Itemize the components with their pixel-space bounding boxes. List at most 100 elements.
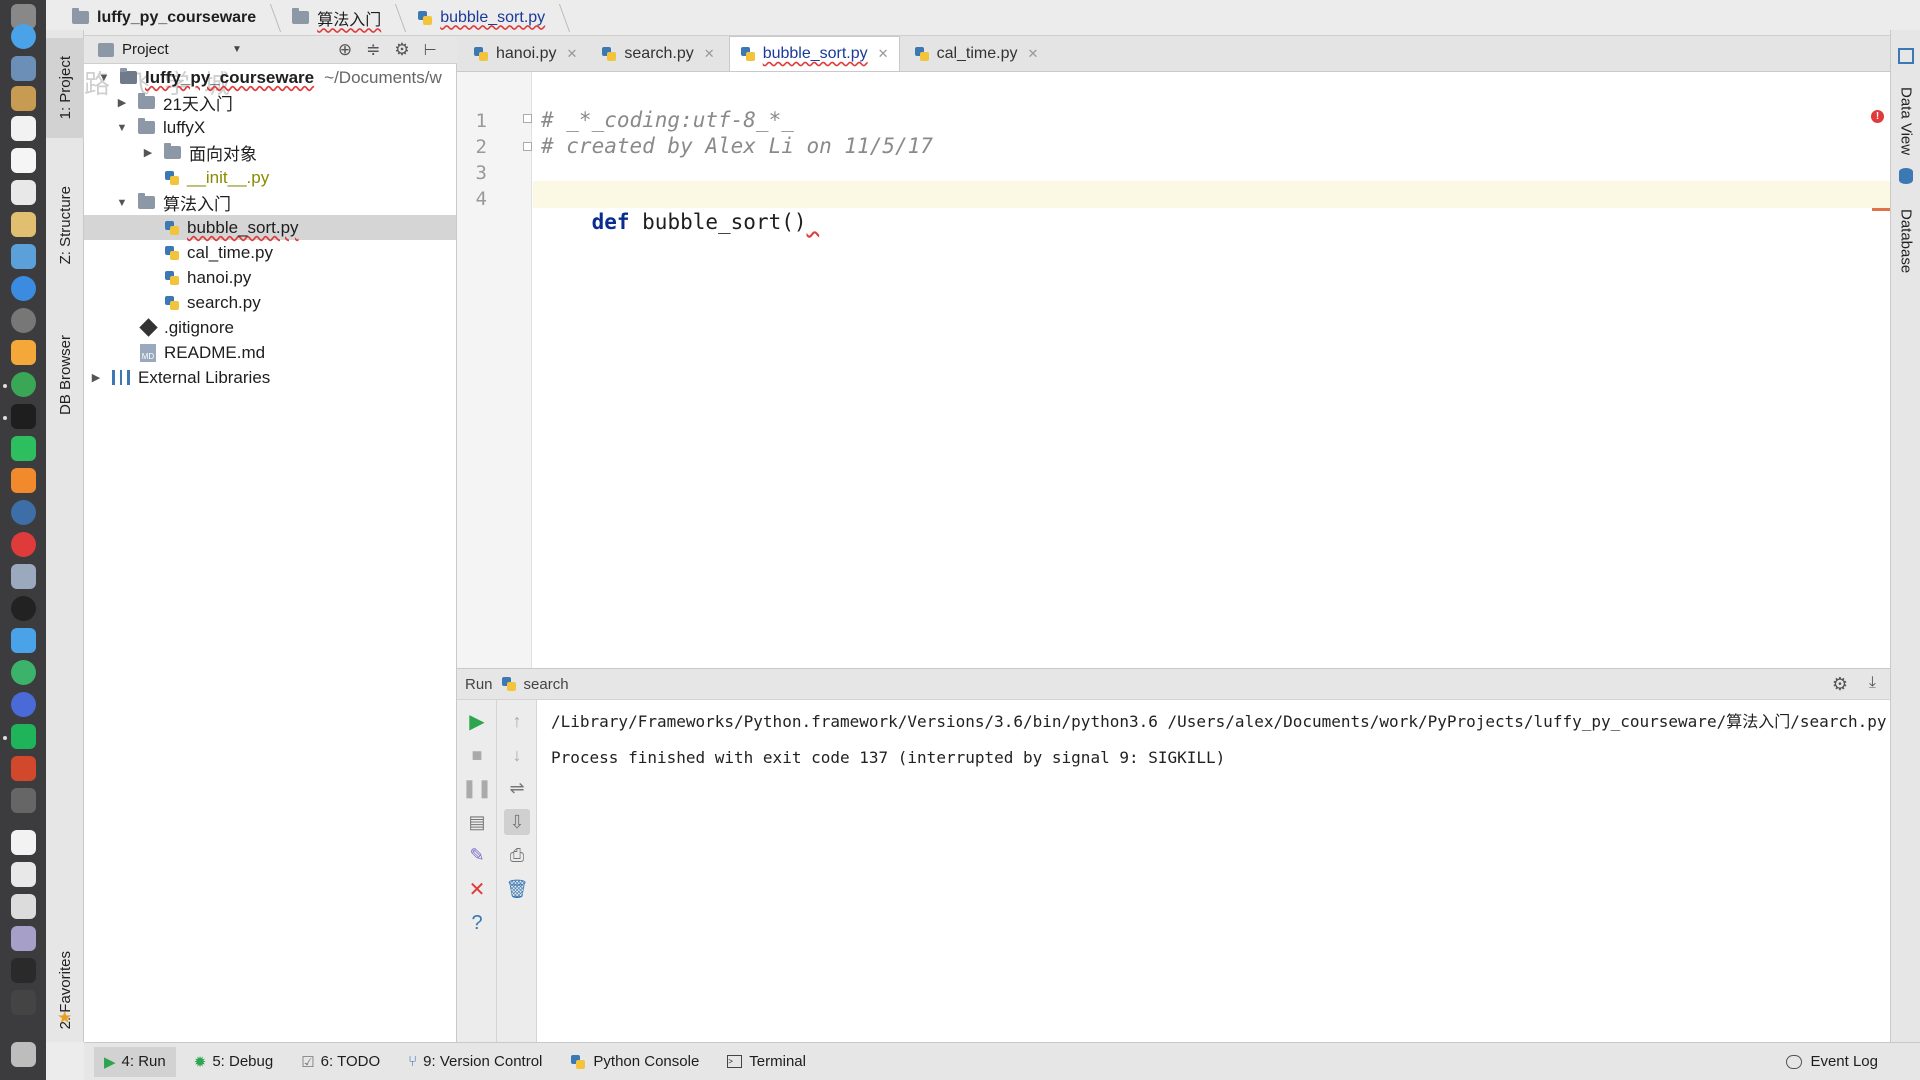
preview-icon[interactable] bbox=[11, 56, 36, 81]
tree-item-oop[interactable]: ▶ 面向对象 bbox=[84, 140, 456, 165]
code-editor[interactable]: 1 2 3 4 # _*_coding:utf-8_*_ # created b… bbox=[457, 72, 1890, 668]
tree-item-bubble-sort[interactable]: bubble_sort.py bbox=[84, 215, 456, 240]
notepad-icon[interactable] bbox=[11, 180, 36, 205]
page-icon[interactable] bbox=[11, 894, 36, 919]
tree-item-external-libraries[interactable]: ▶ External Libraries bbox=[84, 365, 456, 390]
finder-window-icon[interactable] bbox=[11, 830, 36, 855]
safari-icon[interactable] bbox=[11, 24, 36, 49]
close-run-button[interactable]: ✕ bbox=[464, 876, 490, 902]
chevron-down-icon[interactable]: ▼ bbox=[116, 197, 128, 209]
tree-item-readme[interactable]: MD README.md bbox=[84, 340, 456, 365]
error-indicator-icon[interactable]: ! bbox=[1871, 110, 1884, 123]
tab-data-view-tool[interactable]: Data View bbox=[1891, 66, 1920, 176]
tab-favorites-tool[interactable]: 2: Favorites bbox=[46, 930, 84, 1050]
scroll-down-icon[interactable]: ↓ bbox=[504, 742, 530, 768]
document-icon[interactable] bbox=[11, 862, 36, 887]
hide-icon[interactable]: ⤓ bbox=[1869, 674, 1876, 692]
tree-item-algorithms[interactable]: ▼ 算法入门 bbox=[84, 190, 456, 215]
mail-icon[interactable] bbox=[11, 628, 36, 653]
tree-item-search[interactable]: search.py bbox=[84, 290, 456, 315]
tab-db-browser-tool[interactable]: DB Browser bbox=[46, 310, 84, 440]
print-icon[interactable]: ⎙ bbox=[504, 842, 530, 868]
vivaldi-icon[interactable] bbox=[11, 532, 36, 557]
window-icon[interactable] bbox=[11, 990, 36, 1015]
breadcrumb-folder[interactable]: 算法入门 bbox=[286, 4, 391, 32]
debug-tool-button[interactable]: ✹ 5: Debug bbox=[184, 1047, 283, 1077]
terminal-icon[interactable] bbox=[11, 404, 36, 429]
tree-root[interactable]: ▼ luffy_py_courseware ~/Documents/w bbox=[84, 65, 456, 90]
tree-item-gitignore[interactable]: .gitignore bbox=[84, 315, 456, 340]
close-icon[interactable]: ✕ bbox=[1027, 46, 1038, 62]
monitor-icon[interactable] bbox=[11, 244, 36, 269]
powerpoint-icon[interactable] bbox=[11, 756, 36, 781]
tree-item-init[interactable]: __init__.py bbox=[84, 165, 456, 190]
close-icon[interactable]: ✕ bbox=[567, 46, 578, 62]
image-icon[interactable] bbox=[11, 788, 36, 813]
appstore-icon[interactable] bbox=[11, 276, 36, 301]
collapse-all-icon[interactable]: ≑ bbox=[366, 40, 380, 60]
tab-hanoi[interactable]: hanoi.py ✕ bbox=[463, 37, 587, 71]
notes-icon[interactable] bbox=[11, 86, 36, 111]
quicktime-icon[interactable] bbox=[11, 500, 36, 525]
gear-icon[interactable]: ⚙ bbox=[1832, 674, 1848, 695]
breadcrumb-file[interactable]: bubble_sort.py bbox=[411, 4, 555, 32]
pin-icon[interactable]: ✎ bbox=[464, 842, 490, 868]
error-stripe-mark[interactable] bbox=[1872, 208, 1890, 211]
evernote-icon[interactable] bbox=[11, 436, 36, 461]
tab-structure-tool[interactable]: Z: Structure bbox=[46, 155, 84, 295]
fold-icon[interactable] bbox=[523, 142, 532, 151]
tab-cal-time[interactable]: cal_time.py ✕ bbox=[904, 37, 1049, 71]
close-icon[interactable]: ✕ bbox=[704, 46, 715, 62]
chevron-right-icon[interactable]: ▶ bbox=[116, 96, 128, 109]
vcs-tool-button[interactable]: ⑂ 9: Version Control bbox=[398, 1047, 552, 1077]
chevron-right-icon[interactable]: ▶ bbox=[90, 371, 102, 384]
pencil-icon[interactable] bbox=[11, 212, 36, 237]
layout-icon[interactable]: ▤ bbox=[464, 809, 490, 835]
presentation-icon[interactable] bbox=[11, 926, 36, 951]
chevron-right-icon[interactable]: ▶ bbox=[142, 146, 154, 159]
tab-project-tool[interactable]: 1: Project bbox=[46, 38, 84, 138]
event-log-button[interactable]: Event Log bbox=[1776, 1047, 1888, 1077]
gear-icon[interactable]: ⚙ bbox=[394, 40, 409, 60]
run-tool-button[interactable]: ▶ 4: Run bbox=[94, 1046, 176, 1077]
locate-icon[interactable]: ⊕ bbox=[338, 40, 352, 60]
fold-icon[interactable] bbox=[523, 114, 532, 123]
sync-icon[interactable] bbox=[11, 660, 36, 685]
todo-tool-button[interactable]: ☑ 6: TODO bbox=[291, 1047, 390, 1077]
tree-item-cal-time[interactable]: cal_time.py bbox=[84, 240, 456, 265]
qq-icon[interactable] bbox=[11, 596, 36, 621]
rerun-button[interactable]: ▶ bbox=[464, 708, 490, 734]
stop-button[interactable]: ■ bbox=[464, 742, 490, 768]
screen-capture-icon[interactable] bbox=[11, 958, 36, 983]
browser-icon[interactable] bbox=[11, 692, 36, 717]
project-view-selector[interactable]: Project bbox=[122, 41, 232, 58]
python-console-tool-button[interactable]: Python Console bbox=[560, 1047, 709, 1077]
charts-icon[interactable] bbox=[11, 340, 36, 365]
trash-icon[interactable] bbox=[11, 1042, 36, 1067]
screen-icon[interactable] bbox=[11, 564, 36, 589]
help-icon[interactable]: ? bbox=[464, 910, 490, 936]
close-icon[interactable]: ✕ bbox=[878, 46, 889, 62]
tree-item-21days[interactable]: ▶ 21天入门 bbox=[84, 90, 456, 115]
soft-wrap-icon[interactable]: ⇌ bbox=[504, 775, 530, 801]
breadcrumb-project[interactable]: luffy_py_courseware bbox=[66, 4, 266, 32]
terminal-tool-button[interactable]: > Terminal bbox=[717, 1047, 816, 1077]
tab-bubble-sort[interactable]: bubble_sort.py ✕ bbox=[728, 36, 900, 71]
scroll-up-icon[interactable]: ↑ bbox=[504, 708, 530, 734]
calendar-icon[interactable] bbox=[11, 116, 36, 141]
chevron-down-icon[interactable]: ▼ bbox=[232, 44, 242, 55]
trash-icon[interactable]: 🗑 bbox=[504, 876, 530, 902]
tree-item-hanoi[interactable]: hanoi.py bbox=[84, 265, 456, 290]
sublime-icon[interactable] bbox=[11, 468, 36, 493]
settings-icon[interactable] bbox=[11, 308, 36, 333]
scroll-to-end-icon[interactable]: ⇩ bbox=[504, 809, 530, 835]
tree-item-luffyx[interactable]: ▼ luffyX bbox=[84, 115, 456, 140]
run-console[interactable]: /Library/Frameworks/Python.framework/Ver… bbox=[537, 700, 1890, 1042]
text-icon[interactable] bbox=[11, 148, 36, 173]
chrome-icon[interactable] bbox=[11, 372, 36, 397]
pause-button[interactable]: ❚❚ bbox=[462, 775, 492, 801]
chevron-down-icon[interactable]: ▼ bbox=[98, 72, 110, 84]
hide-panel-icon[interactable]: ⊢ bbox=[424, 41, 437, 59]
pycharm-icon[interactable] bbox=[11, 724, 36, 749]
tab-search[interactable]: search.py ✕ bbox=[591, 37, 724, 71]
